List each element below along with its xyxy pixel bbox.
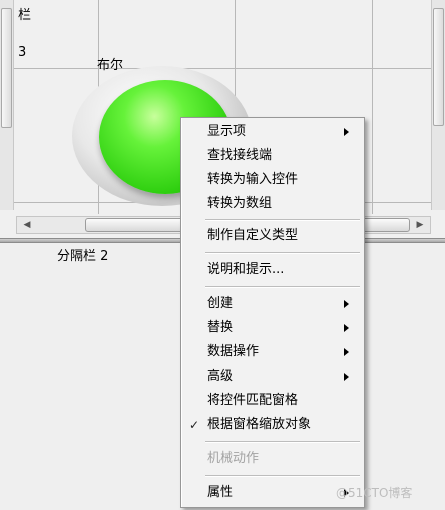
pane-label-partial: 栏 [18,8,32,23]
menu-item-label: 转换为输入控件 [207,172,299,187]
menu-item-change-to-control[interactable]: 转换为输入控件 [183,169,362,191]
scrollbar-thumb[interactable] [433,8,444,126]
menu-item-visible-items[interactable]: 显示项 [183,121,362,143]
menu-item-label: 根据窗格缩放对象 [207,417,312,432]
menu-separator [205,286,360,288]
menu-item-mechanical-action: 机械动作 [183,448,362,470]
menu-item-advanced[interactable]: 高级 [183,366,362,388]
watermark: @51CTO博客 [336,486,413,500]
menu-item-label: 属性 [207,485,234,500]
menu-item-label: 替换 [207,320,234,335]
submenu-arrow-icon [344,324,349,332]
menu-item-label: 数据操作 [207,344,260,359]
splitter-label: 分隔栏 2 [57,249,109,264]
grid-line [0,68,431,69]
menu-item-description-and-tip[interactable]: 说明和提示... [183,259,362,281]
menu-separator [205,219,360,221]
grid-line [372,0,373,214]
menu-item-data-operations[interactable]: 数据操作 [183,341,362,363]
submenu-arrow-icon [344,300,349,308]
menu-separator [205,475,360,477]
scroll-right-arrow-icon[interactable]: ▶ [414,219,426,231]
menu-item-replace[interactable]: 替换 [183,317,362,339]
checkmark-icon: ✓ [189,418,200,432]
scrollbar-thumb[interactable] [1,8,12,128]
right-vertical-scrollbar[interactable] [431,0,445,210]
menu-item-create[interactable]: 创建 [183,293,362,315]
menu-item-label: 创建 [207,296,234,311]
left-vertical-scrollbar[interactable] [0,0,14,210]
menu-item-label: 高级 [207,369,234,384]
menu-item-label: 制作自定义类型 [207,228,299,243]
scroll-left-arrow-icon[interactable]: ◀ [21,219,33,231]
menu-item-label: 机械动作 [207,451,260,466]
menu-separator [205,252,360,254]
pane-label-number: 3 [18,45,27,60]
submenu-arrow-icon [344,348,349,356]
menu-item-label: 显示项 [207,124,247,139]
menu-item-make-type-def[interactable]: 制作自定义类型 [183,225,362,247]
menu-item-find-terminal[interactable]: 查找接线端 [183,145,362,167]
context-menu: 显示项 查找接线端 转换为输入控件 转换为数组 制作自定义类型 说明和提示...… [180,117,365,508]
submenu-arrow-icon [344,373,349,381]
menu-item-label: 将控件匹配窗格 [207,393,299,408]
menu-item-label: 说明和提示... [207,262,285,277]
menu-separator [205,441,360,443]
menu-item-label: 转换为数组 [207,196,273,211]
menu-item-label: 查找接线端 [207,148,273,163]
menu-item-change-to-array[interactable]: 转换为数组 [183,193,362,215]
submenu-arrow-icon [344,128,349,136]
boolean-label[interactable]: 布尔 [97,54,123,73]
menu-item-scale-object-with-pane[interactable]: ✓ 根据窗格缩放对象 [183,414,362,436]
menu-item-fit-control-to-pane[interactable]: 将控件匹配窗格 [183,390,362,412]
